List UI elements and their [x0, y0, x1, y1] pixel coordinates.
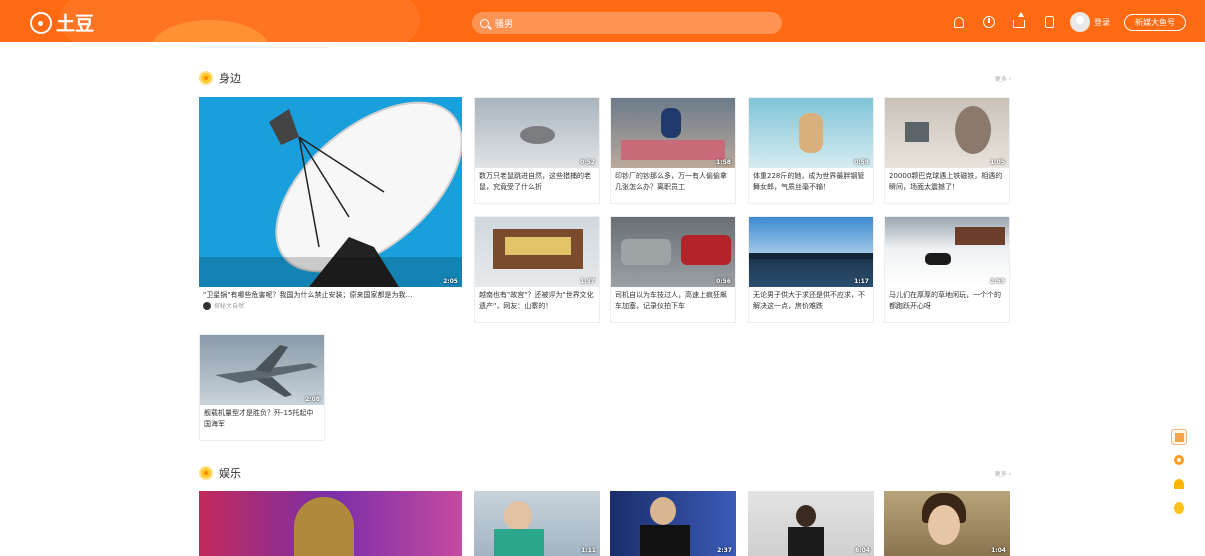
- tudou-logo[interactable]: 土豆: [30, 9, 94, 36]
- video-title[interactable]: 舰载机量型才是胜负？歼-15托起中国海军: [200, 405, 324, 435]
- section-title: 娱乐: [219, 467, 241, 480]
- bell-float-icon[interactable]: [1171, 476, 1187, 492]
- video-card[interactable]: 1:37 越南也有"故宫"？还被评为"世界文化遗产"，网友：山寨的！: [474, 216, 600, 323]
- video-title[interactable]: 越南也有"故宫"？还被评为"世界文化遗产"，网友：山寨的！: [475, 287, 599, 317]
- video-card[interactable]: 1:11: [474, 491, 600, 556]
- video-card[interactable]: 1:04: [884, 491, 1010, 556]
- video-thumbnail: 6:04: [748, 491, 874, 556]
- video-duration: 1:58: [716, 159, 731, 166]
- video-title[interactable]: 印钞厂的钞那么多，万一有人偷偷拿几张怎么办？离职员工: [611, 168, 735, 198]
- bell-icon[interactable]: [950, 13, 968, 31]
- video-thumbnail: 0:56: [611, 217, 735, 287]
- search-placeholder: 骚男: [495, 19, 514, 30]
- video-card[interactable]: 1:05 20000颗巴克球遇上铁磁铁，相遇的瞬间，场面太震撼了！: [884, 97, 1010, 204]
- logo-text: 土豆: [56, 13, 95, 35]
- video-card[interactable]: 2:59 马儿们在厚厚的草地闲玩，一个个的都跑跃开心呀: [884, 216, 1010, 323]
- creator-button[interactable]: 新媒大鱼号: [1124, 13, 1186, 31]
- more-link[interactable]: 更多 ›: [995, 74, 1011, 83]
- satellite-dish-image: [199, 97, 462, 287]
- video-duration: 0:56: [716, 278, 731, 285]
- clock-icon[interactable]: [980, 13, 998, 31]
- video-thumbnail: 2:05: [199, 97, 462, 287]
- video-thumbnail: 1:04: [884, 491, 1010, 556]
- section-header-entertainment: 娱乐 更多 ›: [199, 465, 1011, 481]
- video-title[interactable]: 马儿们在厚厚的草地闲玩，一个个的都跑跃开心呀: [885, 287, 1009, 317]
- video-card[interactable]: 0:52 数万只老鼠跳进自然，这些猎捕的老鼠，究竟受了什么折: [474, 97, 600, 204]
- video-duration: 2:37: [717, 547, 732, 554]
- video-duration: 1:04: [991, 547, 1006, 554]
- logo-icon: [30, 11, 52, 34]
- video-duration: 2:05: [443, 278, 458, 285]
- video-card[interactable]: 2:08 舰载机量型才是胜负？歼-15托起中国海军: [199, 334, 325, 441]
- video-duration: 1:17: [854, 278, 869, 285]
- video-duration: 6:04: [855, 547, 870, 554]
- avatar[interactable]: [1070, 12, 1090, 32]
- search-input[interactable]: 骚男: [472, 12, 782, 34]
- header-actions: 登录 新媒大鱼号: [950, 12, 1186, 32]
- video-card[interactable]: 0:56 司机自以为车技过人，高速上疯狂飙车加塞，记录仪拍下车: [610, 216, 736, 323]
- video-thumbnail: 1:17: [749, 217, 873, 287]
- video-thumbnail: 2:37: [610, 491, 736, 556]
- video-duration: 1:11: [581, 547, 596, 554]
- video-card[interactable]: 1:58 印钞厂的钞那么多，万一有人偷偷拿几张怎么办？离职员工: [610, 97, 736, 204]
- video-thumbnail: 1:58: [611, 98, 735, 168]
- video-card[interactable]: 1:17 无论男子供大于求还是供不应求，不解决这一点，房价难跌: [748, 216, 874, 323]
- section-title: 身边: [219, 72, 241, 85]
- jet-image: [215, 345, 318, 397]
- video-thumbnail: 1:37: [475, 217, 599, 287]
- qr-code-icon[interactable]: [1171, 429, 1187, 445]
- video-thumbnail: 0:52: [475, 98, 599, 168]
- upload-icon[interactable]: [1010, 12, 1028, 31]
- video-title[interactable]: 体重228斤的她，成为世界最胖钢管舞女郎，气质丝毫不输！: [749, 168, 873, 198]
- search-icon: [480, 18, 489, 28]
- video-card[interactable]: 0:59 体重228斤的她，成为世界最胖钢管舞女郎，气质丝毫不输！: [748, 97, 874, 204]
- video-thumbnail: 2:08: [200, 335, 324, 405]
- video-title[interactable]: 数万只老鼠跳进自然，这些猎捕的老鼠，究竟受了什么折: [475, 168, 599, 198]
- video-thumbnail: 0:59: [749, 98, 873, 168]
- video-thumbnail: 2:59: [885, 217, 1009, 287]
- source-name: 探秘大自然: [214, 303, 245, 310]
- phone-icon[interactable]: [1040, 13, 1058, 31]
- video-duration: 1:37: [580, 278, 595, 285]
- potato-mascot-icon[interactable]: [1171, 500, 1187, 516]
- featured-video-card[interactable]: [199, 491, 462, 556]
- video-duration: 2:08: [305, 396, 320, 403]
- video-thumbnail: 1:05: [885, 98, 1009, 168]
- section-icon: [199, 71, 213, 85]
- video-card[interactable]: 6:04: [748, 491, 874, 556]
- headset-icon[interactable]: [1171, 452, 1187, 468]
- video-duration: 1:05: [990, 159, 1005, 166]
- video-duration: 0:59: [854, 159, 869, 166]
- video-card[interactable]: 2:37: [610, 491, 736, 556]
- source-avatar: [203, 301, 211, 310]
- section-icon: [199, 466, 213, 480]
- video-duration: 0:52: [580, 159, 595, 166]
- video-thumbnail: [199, 491, 462, 556]
- section-header-nearby: 身边 更多 ›: [199, 70, 1011, 86]
- video-duration: 2:59: [990, 278, 1005, 285]
- video-source[interactable]: 探秘大自然: [199, 301, 462, 310]
- video-title[interactable]: 无论男子供大于求还是供不应求，不解决这一点，房价难跌: [749, 287, 873, 317]
- top-header: 土豆 骚男 登录 新媒大鱼号: [0, 0, 1205, 42]
- video-title[interactable]: 20000颗巴克球遇上铁磁铁，相遇的瞬间，场面太震撼了！: [885, 168, 1009, 198]
- video-thumbnail: 1:11: [474, 491, 600, 556]
- divider: [199, 42, 329, 48]
- video-title[interactable]: "卫星锅"有哪些危害呢？我国为什么禁止安装；原来国家都是为我…: [199, 287, 462, 301]
- video-title[interactable]: 司机自以为车技过人，高速上疯狂飙车加塞，记录仪拍下车: [611, 287, 735, 317]
- login-link[interactable]: 登录: [1094, 17, 1110, 28]
- featured-video-card[interactable]: 2:05 "卫星锅"有哪些危害呢？我国为什么禁止安装；原来国家都是为我… 探秘大…: [199, 97, 462, 321]
- more-link[interactable]: 更多 ›: [995, 469, 1011, 478]
